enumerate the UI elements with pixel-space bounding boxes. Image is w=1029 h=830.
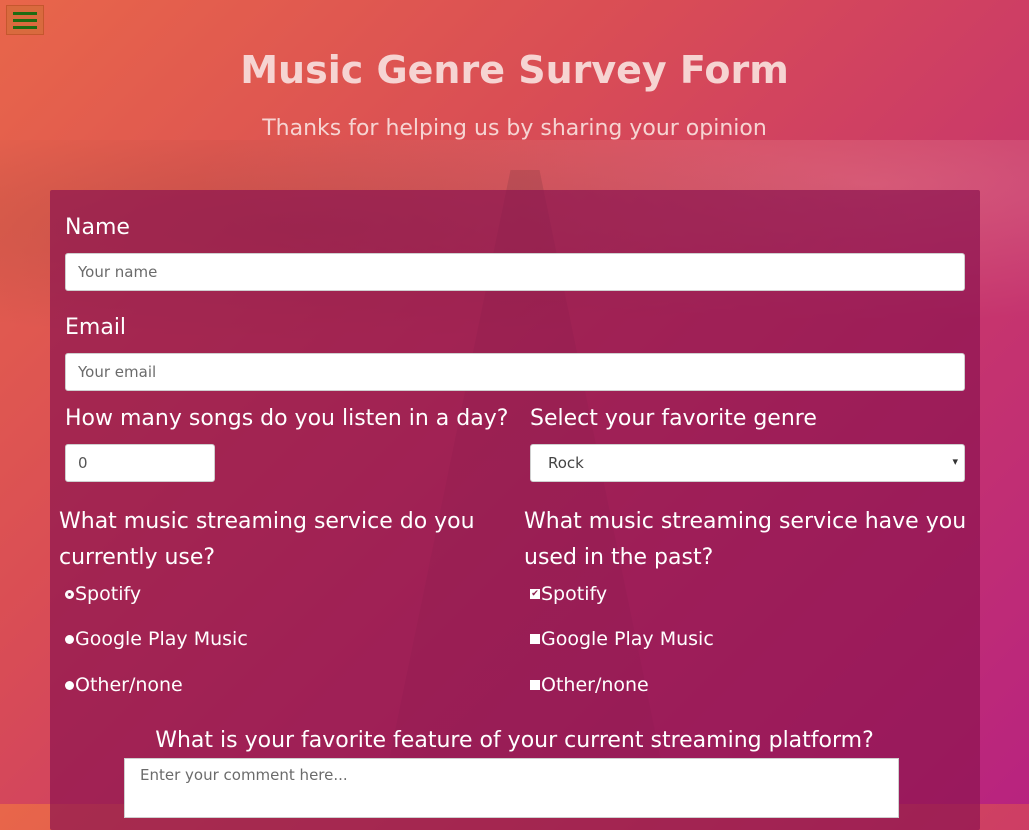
past-service-option-google-play[interactable]: Google Play Music bbox=[530, 628, 714, 650]
name-label: Name bbox=[65, 215, 130, 240]
checkbox-icon[interactable] bbox=[530, 680, 540, 690]
chevron-down-icon: ▾ bbox=[952, 455, 958, 468]
page-subtitle: Thanks for helping us by sharing your op… bbox=[262, 116, 767, 141]
option-label: Spotify bbox=[541, 583, 608, 605]
genre-selected-value: Rock bbox=[548, 454, 584, 472]
option-label: Google Play Music bbox=[541, 628, 714, 650]
name-input[interactable] bbox=[65, 253, 965, 291]
songs-label: How many songs do you listen in a day? bbox=[65, 406, 509, 431]
checkbox-checked-icon[interactable]: ✔ bbox=[530, 589, 540, 599]
radio-icon[interactable] bbox=[65, 634, 74, 644]
radio-icon[interactable] bbox=[65, 680, 74, 690]
option-label: Spotify bbox=[75, 583, 142, 605]
option-label: Other/none bbox=[75, 674, 183, 696]
checkbox-icon[interactable] bbox=[530, 634, 540, 644]
menu-bar bbox=[13, 11, 37, 15]
past-service-label-line1: What music streaming service have you bbox=[524, 509, 967, 534]
feature-comment-textarea[interactable] bbox=[124, 758, 899, 818]
past-service-label: What music streaming service have you us… bbox=[524, 504, 966, 576]
current-service-label-line2: currently use? bbox=[59, 545, 216, 570]
past-service-option-other[interactable]: Other/none bbox=[530, 674, 649, 696]
feature-label: What is your favorite feature of your cu… bbox=[155, 728, 874, 753]
genre-label: Select your favorite genre bbox=[530, 406, 817, 431]
option-label: Other/none bbox=[541, 674, 649, 696]
current-service-label: What music streaming service do you curr… bbox=[59, 504, 475, 576]
genre-select[interactable]: Rock ▾ bbox=[530, 444, 965, 482]
current-service-option-other[interactable]: Other/none bbox=[65, 674, 183, 696]
radio-checked-icon[interactable] bbox=[65, 589, 74, 599]
menu-bar bbox=[13, 25, 37, 29]
past-service-option-spotify[interactable]: ✔ Spotify bbox=[530, 583, 607, 605]
menu-bar bbox=[13, 18, 37, 22]
songs-count-input[interactable] bbox=[65, 444, 215, 482]
past-service-label-line2: used in the past? bbox=[524, 545, 714, 570]
page-title: Music Genre Survey Form bbox=[240, 48, 789, 92]
current-service-option-google-play[interactable]: Google Play Music bbox=[65, 628, 248, 650]
current-service-option-spotify[interactable]: Spotify bbox=[65, 583, 141, 605]
option-label: Google Play Music bbox=[75, 628, 248, 650]
hamburger-menu-icon[interactable] bbox=[6, 5, 44, 35]
current-service-label-line1: What music streaming service do you bbox=[59, 509, 475, 534]
email-label: Email bbox=[65, 315, 127, 340]
email-input[interactable] bbox=[65, 353, 965, 391]
